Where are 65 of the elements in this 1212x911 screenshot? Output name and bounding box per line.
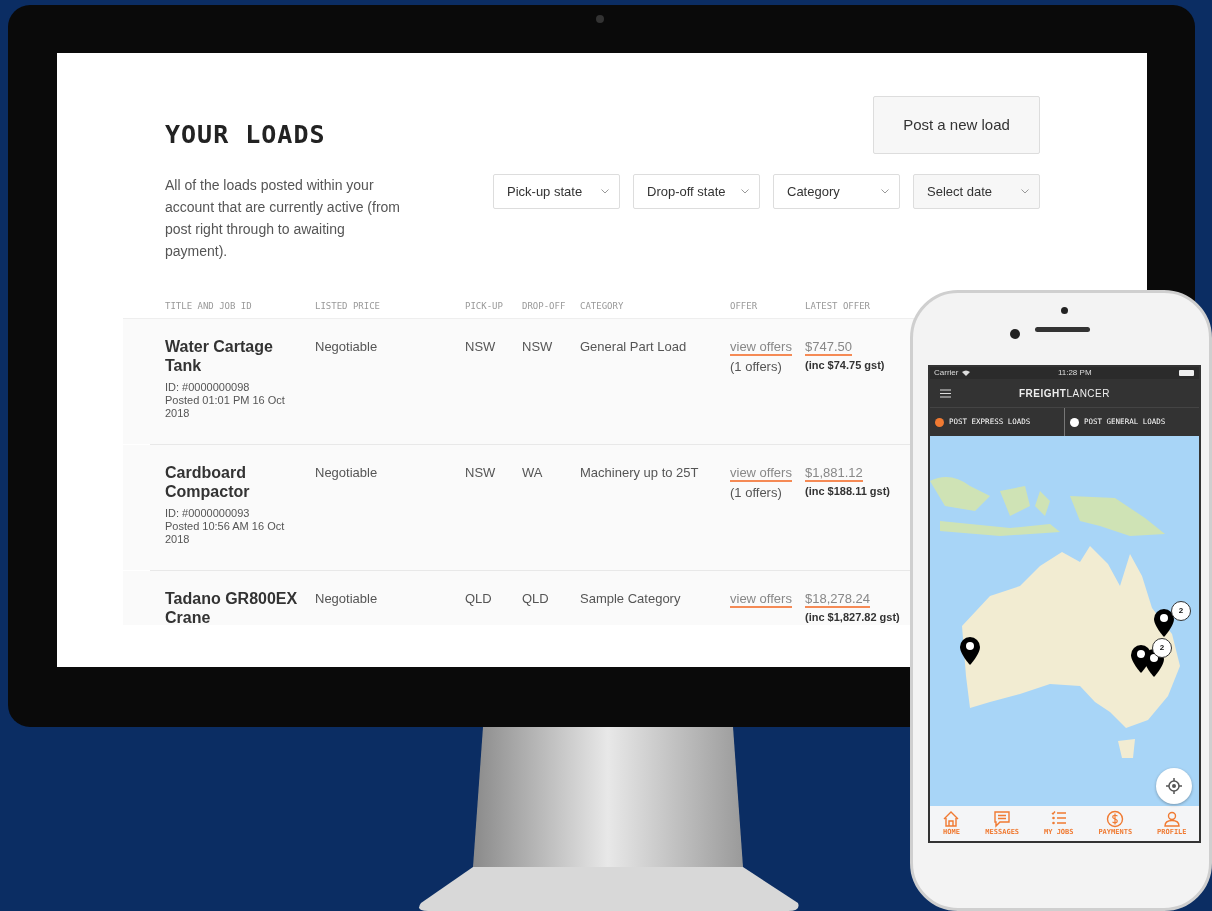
category: Machinery up to 25T: [580, 465, 699, 480]
drop-off-state: NSW: [522, 339, 553, 354]
offer-count: (1 offers): [730, 484, 783, 502]
home-icon: [942, 810, 961, 828]
status-time: 11:28 PM: [1057, 367, 1092, 379]
crosshair-icon: [1166, 778, 1182, 794]
gst-note: (inc $1,827.82 gst): [805, 609, 901, 625]
posted-date: Posted 01:01 PM 16 Oct 2018: [165, 394, 286, 420]
pick-up-state: QLD: [465, 591, 492, 606]
load-title: Cardboard Compactor: [165, 463, 251, 501]
app-logo: FREIGHTLANCER: [1018, 386, 1111, 401]
view-offers-link[interactable]: view offers: [730, 591, 792, 608]
speaker-icon: [1035, 327, 1090, 332]
chevron-down-icon: [1021, 189, 1029, 194]
page-title: YOUR LOADS: [165, 120, 326, 150]
listed-price: Negotiable: [315, 591, 378, 606]
map-pin-icon[interactable]: [960, 637, 980, 665]
view-offers-link[interactable]: view offers: [730, 339, 792, 356]
filter-dropdown[interactable]: Select date: [913, 174, 1040, 209]
chat-bubble-icon: [993, 810, 1012, 828]
column-header: LATEST OFFER: [805, 300, 872, 313]
page-description: All of the loads posted within your account that are currently active (from post right through to awaiting payment).: [165, 176, 401, 261]
column-header: DROP-OFF: [522, 300, 567, 313]
sensor-icon: [1061, 307, 1068, 314]
dollar-icon: [1106, 810, 1125, 828]
view-offers-link[interactable]: view offers: [730, 465, 792, 482]
gst-note: (inc $74.75 gst): [805, 357, 886, 373]
latest-offer-link[interactable]: $1,881.12: [805, 465, 863, 482]
chevron-down-icon: [601, 189, 609, 194]
post-load-button[interactable]: Post a new load: [873, 96, 1040, 154]
webcam-icon: [596, 15, 604, 23]
listed-price: Negotiable: [315, 339, 378, 354]
person-icon: [1162, 810, 1181, 828]
drop-off-state: WA: [522, 465, 543, 480]
column-header: OFFER: [730, 300, 759, 313]
filter-dropdown[interactable]: Pick-up state: [493, 174, 620, 209]
column-header: CATEGORY: [580, 300, 625, 313]
gst-note: (inc $188.11 gst): [805, 483, 891, 499]
category: General Part Load: [580, 339, 687, 354]
latest-offer-link[interactable]: $18,278.24: [805, 591, 871, 608]
load-title: Tadano GR800EX Crane: [165, 589, 299, 625]
battery-icon: [1179, 370, 1195, 376]
front-camera-icon: [1010, 329, 1020, 339]
map-pin-icon[interactable]: [1154, 609, 1174, 637]
posted-date: Posted 10:56 AM 16 Oct 2018: [165, 520, 286, 546]
chevron-down-icon: [741, 189, 749, 194]
latest-offer-link[interactable]: $747.50: [805, 339, 852, 356]
category: Sample Category: [580, 591, 681, 606]
filter-dropdown[interactable]: Drop-off state: [633, 174, 760, 209]
filter-dropdown[interactable]: Category: [773, 174, 900, 209]
job-id: ID: #0000000098: [165, 381, 251, 394]
column-header: PICK-UP: [465, 300, 504, 313]
load-title: Water Cartage Tank: [165, 337, 274, 375]
pick-up-state: NSW: [465, 339, 496, 354]
menu-icon[interactable]: [940, 388, 951, 398]
drop-off-state: QLD: [522, 591, 549, 606]
wifi-icon: [962, 370, 971, 376]
offer-count: (1 offers): [730, 358, 783, 376]
pick-up-state: NSW: [465, 465, 496, 480]
column-header: TITLE AND JOB ID: [165, 300, 253, 313]
chevron-down-icon: [881, 189, 889, 194]
carrier-label: Carrier: [934, 367, 959, 379]
job-id: ID: #0000000093: [165, 507, 251, 520]
column-header: LISTED PRICE: [315, 300, 382, 313]
listed-price: Negotiable: [315, 465, 378, 480]
